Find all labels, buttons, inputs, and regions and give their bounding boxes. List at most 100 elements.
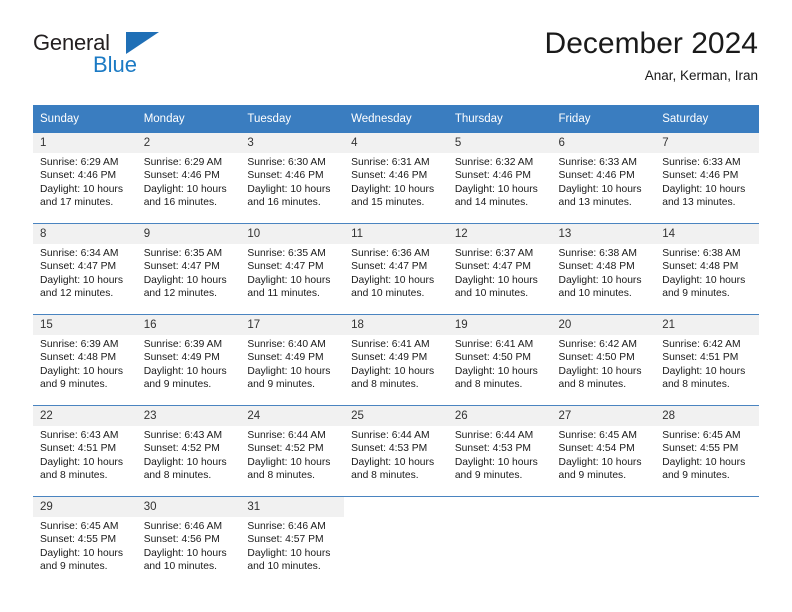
daylight-text-line2: and 9 minutes. bbox=[454, 469, 523, 481]
daylight-text-line2: and 8 minutes. bbox=[351, 469, 419, 481]
calendar-day-cell[interactable]: 13 Sunrise: 6:38 AM Sunset: 4:48 PM Dayligh… bbox=[551, 223, 656, 315]
day-info: Sunrise: 6:30 AM Sunset: 4:46 PM Daylight:… bbox=[240, 153, 344, 209]
sunrise-text: Sunrise: 6:37 AM bbox=[454, 248, 534, 259]
daylight-text-line2: and 15 minutes. bbox=[351, 196, 425, 208]
sunset-text: Sunset: 4:48 PM bbox=[558, 261, 635, 273]
calendar-day-cell[interactable]: 14 Sunrise: 6:38 AM Sunset: 4:48 PM Dayligh… bbox=[655, 223, 759, 315]
calendar-day-cell[interactable]: 31 Sunrise: 6:46 AM Sunset: 4:57 PM Dayligh… bbox=[240, 496, 345, 587]
calendar-day-cell[interactable]: 21 Sunrise: 6:42 AM Sunset: 4:51 PM Dayligh… bbox=[655, 314, 759, 406]
sunset-text: Sunset: 4:50 PM bbox=[558, 352, 635, 364]
day-number: 27 bbox=[551, 406, 656, 426]
calendar-day-cell[interactable]: 16 Sunrise: 6:39 AM Sunset: 4:49 PM Dayligh… bbox=[136, 314, 241, 406]
calendar-day-cell[interactable]: 30 Sunrise: 6:46 AM Sunset: 4:56 PM Dayligh… bbox=[136, 496, 241, 587]
daylight-text-line1: Daylight: 10 hours bbox=[40, 547, 123, 559]
daylight-text-line1: Daylight: 10 hours bbox=[558, 274, 642, 286]
calendar-day-cell[interactable]: 5 Sunrise: 6:32 AM Sunset: 4:46 PM Daylight… bbox=[447, 133, 552, 224]
sunset-text: Sunset: 4:47 PM bbox=[143, 261, 220, 273]
sunset-text: Sunset: 4:53 PM bbox=[351, 443, 428, 455]
day-number: 29 bbox=[33, 497, 137, 517]
sunrise-text: Sunrise: 6:30 AM bbox=[247, 157, 326, 168]
daylight-text-line1: Daylight: 10 hours bbox=[454, 274, 538, 286]
daylight-text-line2: and 8 minutes. bbox=[351, 378, 419, 390]
day-cell-inner: 17 Sunrise: 6:40 AM Sunset: 4:49 PM Dayligh… bbox=[240, 315, 345, 405]
sunset-text: Sunset: 4:46 PM bbox=[40, 170, 117, 182]
sunset-text: Sunset: 4:46 PM bbox=[143, 170, 220, 182]
daylight-text-line1: Daylight: 10 hours bbox=[662, 456, 746, 468]
calendar-day-cell[interactable]: 28 Sunrise: 6:45 AM Sunset: 4:55 PM Dayligh… bbox=[655, 405, 759, 497]
daylight-text-line1: Daylight: 10 hours bbox=[247, 274, 331, 286]
calendar-day-cell[interactable]: 17 Sunrise: 6:40 AM Sunset: 4:49 PM Dayligh… bbox=[240, 314, 345, 406]
calendar-day-cell[interactable]: 22 Sunrise: 6:43 AM Sunset: 4:51 PM Dayligh… bbox=[33, 405, 137, 497]
sunset-text: Sunset: 4:52 PM bbox=[143, 443, 220, 455]
calendar-day-cell[interactable]: 26 Sunrise: 6:44 AM Sunset: 4:53 PM Dayligh… bbox=[447, 405, 552, 497]
calendar-day-cell[interactable]: 29 Sunrise: 6:45 AM Sunset: 4:55 PM Dayligh… bbox=[33, 496, 137, 587]
sunrise-text: Sunrise: 6:39 AM bbox=[143, 339, 223, 350]
sunrise-text: Sunrise: 6:34 AM bbox=[40, 248, 119, 259]
calendar-day-cell[interactable]: 25 Sunrise: 6:44 AM Sunset: 4:53 PM Dayligh… bbox=[344, 405, 448, 497]
day-number: 16 bbox=[136, 315, 241, 335]
calendar-day-cell[interactable]: 19 Sunrise: 6:41 AM Sunset: 4:50 PM Dayligh… bbox=[447, 314, 552, 406]
calendar-day-cell[interactable]: 24 Sunrise: 6:44 AM Sunset: 4:52 PM Dayligh… bbox=[240, 405, 345, 497]
day-info: Sunrise: 6:42 AM Sunset: 4:50 PM Daylight:… bbox=[552, 335, 656, 391]
day-info: Sunrise: 6:45 AM Sunset: 4:54 PM Daylight:… bbox=[552, 426, 656, 482]
day-cell-inner: 27 Sunrise: 6:45 AM Sunset: 4:54 PM Dayligh… bbox=[551, 406, 656, 496]
day-number: 6 bbox=[551, 133, 656, 153]
day-info: Sunrise: 6:35 AM Sunset: 4:47 PM Daylight:… bbox=[137, 244, 241, 300]
calendar-day-cell[interactable]: 10 Sunrise: 6:35 AM Sunset: 4:47 PM Dayligh… bbox=[240, 223, 345, 315]
calendar-day-cell[interactable]: 4 Sunrise: 6:31 AM Sunset: 4:46 PM Daylight… bbox=[344, 133, 448, 224]
calendar-day-cell[interactable]: 7 Sunrise: 6:33 AM Sunset: 4:46 PM Daylight… bbox=[655, 133, 759, 224]
calendar-day-cell[interactable]: 15 Sunrise: 6:39 AM Sunset: 4:48 PM Dayligh… bbox=[33, 314, 137, 406]
sunset-text: Sunset: 4:46 PM bbox=[247, 170, 324, 182]
calendar-day-cell[interactable]: 11 Sunrise: 6:36 AM Sunset: 4:47 PM Dayligh… bbox=[344, 223, 448, 315]
sunrise-text: Sunrise: 6:33 AM bbox=[662, 157, 741, 168]
day-cell-inner: 10 Sunrise: 6:35 AM Sunset: 4:47 PM Dayligh… bbox=[240, 224, 345, 314]
daylight-text-line1: Daylight: 10 hours bbox=[351, 456, 435, 468]
daylight-text-line1: Daylight: 10 hours bbox=[558, 183, 642, 195]
sunset-text: Sunset: 4:55 PM bbox=[40, 534, 117, 546]
calendar-day-cell[interactable]: 8 Sunrise: 6:34 AM Sunset: 4:47 PM Daylight… bbox=[33, 223, 137, 315]
calendar-day-cell[interactable]: 3 Sunrise: 6:30 AM Sunset: 4:46 PM Daylight… bbox=[240, 133, 345, 224]
day-info: Sunrise: 6:32 AM Sunset: 4:46 PM Daylight:… bbox=[448, 153, 552, 209]
sunrise-text: Sunrise: 6:40 AM bbox=[247, 339, 326, 350]
calendar-day-cell[interactable]: 6 Sunrise: 6:33 AM Sunset: 4:46 PM Daylight… bbox=[551, 133, 656, 224]
sunrise-text: Sunrise: 6:42 AM bbox=[662, 339, 741, 350]
day-cell-inner: 7 Sunrise: 6:33 AM Sunset: 4:46 PM Daylight… bbox=[655, 133, 759, 223]
day-number: 2 bbox=[136, 133, 241, 153]
daylight-text-line1: Daylight: 10 hours bbox=[351, 365, 435, 377]
sunset-text: Sunset: 4:47 PM bbox=[454, 261, 531, 273]
day-number: 22 bbox=[33, 406, 137, 426]
page-header: General Blue December 2024 Anar, Kerman,… bbox=[33, 26, 758, 96]
daylight-text-line2: and 9 minutes. bbox=[40, 560, 108, 572]
daylight-text-line2: and 13 minutes. bbox=[558, 196, 632, 208]
sunset-text: Sunset: 4:51 PM bbox=[662, 352, 739, 364]
sunrise-text: Sunrise: 6:44 AM bbox=[247, 430, 326, 441]
sunset-text: Sunset: 4:46 PM bbox=[454, 170, 531, 182]
calendar-day-cell[interactable]: 2 Sunrise: 6:29 AM Sunset: 4:46 PM Daylight… bbox=[136, 133, 241, 224]
daylight-text-line2: and 8 minutes. bbox=[662, 378, 730, 390]
calendar-day-cell[interactable]: 12 Sunrise: 6:37 AM Sunset: 4:47 PM Dayligh… bbox=[447, 223, 552, 315]
calendar-day-cell[interactable]: 18 Sunrise: 6:41 AM Sunset: 4:49 PM Dayligh… bbox=[344, 314, 448, 406]
calendar-day-cell[interactable]: 9 Sunrise: 6:35 AM Sunset: 4:47 PM Daylight… bbox=[136, 223, 241, 315]
day-info: Sunrise: 6:34 AM Sunset: 4:47 PM Daylight:… bbox=[33, 244, 137, 300]
sunrise-text: Sunrise: 6:35 AM bbox=[247, 248, 326, 259]
calendar-page: General Blue December 2024 Anar, Kerman,… bbox=[0, 0, 792, 612]
day-number: 1 bbox=[33, 133, 137, 153]
general-blue-logo[interactable]: General Blue bbox=[33, 30, 223, 86]
calendar-day-cell[interactable]: 27 Sunrise: 6:45 AM Sunset: 4:54 PM Dayligh… bbox=[551, 405, 656, 497]
day-info: Sunrise: 6:36 AM Sunset: 4:47 PM Daylight:… bbox=[344, 244, 448, 300]
calendar-day-cell[interactable]: 1 Sunrise: 6:29 AM Sunset: 4:46 PM Daylight… bbox=[33, 133, 137, 224]
day-cell-inner: 25 Sunrise: 6:44 AM Sunset: 4:53 PM Dayligh… bbox=[344, 406, 448, 496]
day-number: 30 bbox=[136, 497, 241, 517]
weekday-header-friday: Friday bbox=[551, 105, 656, 133]
calendar-day-cell[interactable]: 20 Sunrise: 6:42 AM Sunset: 4:50 PM Dayligh… bbox=[551, 314, 656, 406]
logo-text-blue: Blue bbox=[93, 52, 138, 77]
daylight-text-line2: and 10 minutes. bbox=[454, 287, 529, 299]
day-cell-inner: 26 Sunrise: 6:44 AM Sunset: 4:53 PM Dayligh… bbox=[447, 406, 552, 496]
day-cell-inner: 4 Sunrise: 6:31 AM Sunset: 4:46 PM Daylight… bbox=[344, 133, 448, 223]
page-title: December 2024 bbox=[544, 27, 758, 60]
sunset-text: Sunset: 4:48 PM bbox=[662, 261, 739, 273]
sunset-text: Sunset: 4:52 PM bbox=[247, 443, 324, 455]
weekday-header-wednesday: Wednesday bbox=[344, 105, 448, 133]
day-cell-inner: 24 Sunrise: 6:44 AM Sunset: 4:52 PM Dayligh… bbox=[240, 406, 345, 496]
calendar-day-cell[interactable]: 23 Sunrise: 6:43 AM Sunset: 4:52 PM Dayligh… bbox=[136, 405, 241, 497]
